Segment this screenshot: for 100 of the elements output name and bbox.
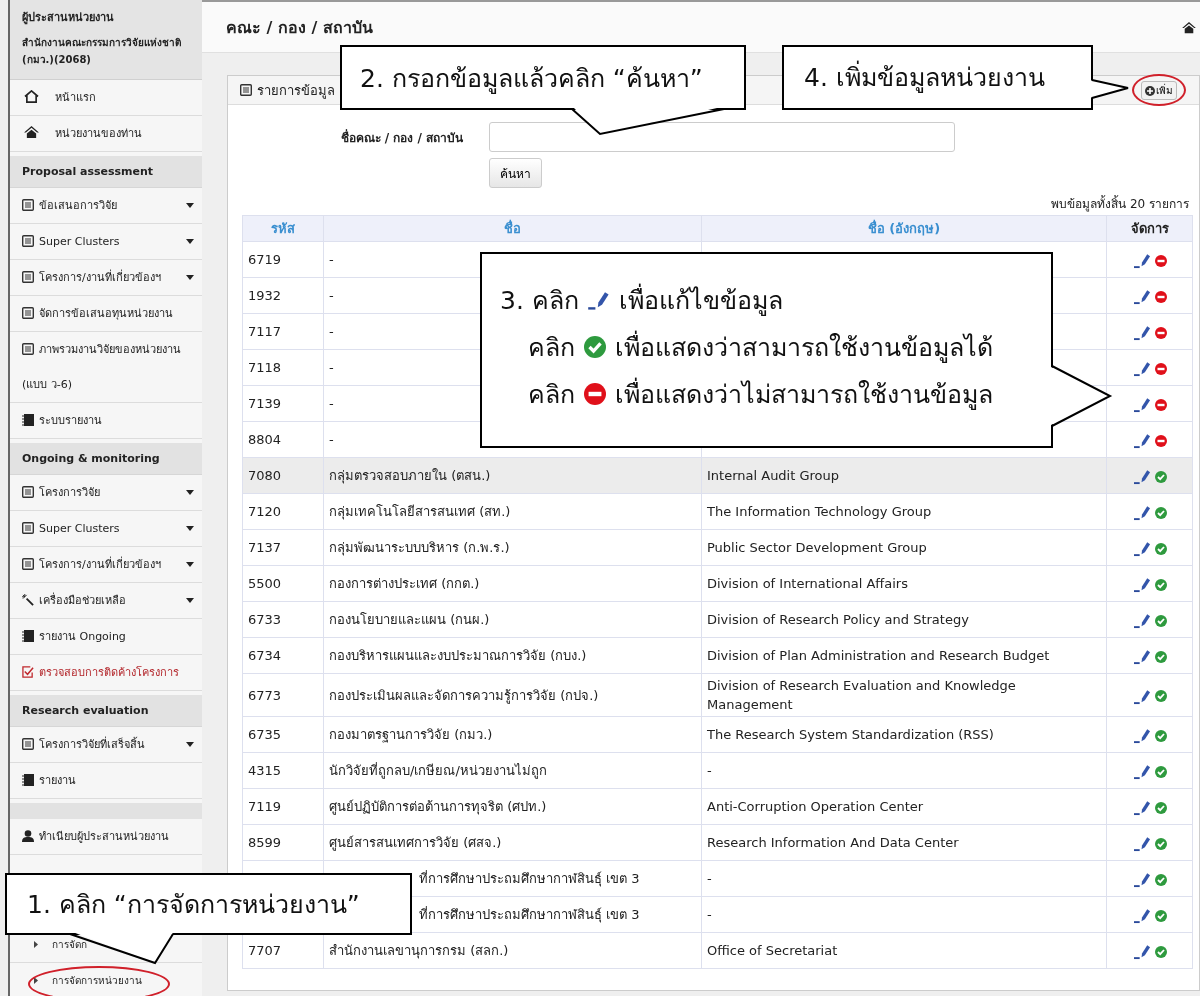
edit-icon[interactable] xyxy=(1132,871,1152,888)
sidebar-item[interactable]: โครงการ/งานที่เกี่ยวข้องฯ xyxy=(10,260,202,296)
table-cell: 7080 xyxy=(242,457,324,494)
edit-icon[interactable] xyxy=(1132,396,1152,413)
check-circle-icon[interactable] xyxy=(1154,729,1167,742)
table-cell: The Information Technology Group xyxy=(701,493,1107,530)
edit-icon[interactable] xyxy=(1132,288,1152,305)
check-circle-icon[interactable] xyxy=(1154,909,1167,922)
check-circle-icon[interactable] xyxy=(1154,542,1167,555)
sidebar-item[interactable]: โครงการวิจัย xyxy=(10,475,202,511)
no-entry-icon[interactable] xyxy=(1154,326,1167,339)
list-icon xyxy=(22,307,34,319)
table-cell: Office of Secretariat xyxy=(701,932,1107,969)
sidebar-item[interactable]: รายงาน Ongoing xyxy=(10,619,202,655)
bullet-icon xyxy=(34,977,38,984)
sidebar-item[interactable]: โครงการวิจัยที่เสร็จสิ้น xyxy=(10,727,202,763)
house-icon xyxy=(24,126,39,139)
sidebar-item[interactable]: จัดการข้อเสนอทุนหน่วยงาน xyxy=(10,296,202,332)
edit-icon[interactable] xyxy=(1132,943,1152,960)
table-cell: Division of International Affairs xyxy=(701,565,1107,602)
plus-circle-icon xyxy=(1145,85,1155,96)
check-circle-icon[interactable] xyxy=(1154,650,1167,663)
table-cell: Division of Plan Administration and Research Budget xyxy=(701,637,1107,674)
table-cell: Division of Research Policy and Strategy xyxy=(701,601,1107,638)
magic-wand-icon xyxy=(22,594,34,606)
sidebar-item[interactable]: ตรวจสอบการติดค้างโครงการ xyxy=(10,655,202,691)
check-circle-icon[interactable] xyxy=(1154,765,1167,778)
sidebar-item[interactable]: หน้าแรก xyxy=(10,80,202,116)
edit-icon[interactable] xyxy=(1132,907,1152,924)
table-cell: กลุ่มพัฒนาระบบบริหาร (ก.พ.ร.) xyxy=(323,529,702,566)
no-entry-icon[interactable] xyxy=(1154,362,1167,375)
table-cell: - xyxy=(701,896,1107,933)
edit-icon[interactable] xyxy=(1132,727,1152,744)
sidebar-item[interactable]: ข้อเสนอการวิจัย xyxy=(10,188,202,224)
table-cell: ศูนย์สารสนเทศการวิจัย (ศสจ.) xyxy=(323,824,702,861)
user-icon xyxy=(22,830,34,842)
edit-icon[interactable] xyxy=(1132,360,1152,377)
check-circle-icon xyxy=(583,335,607,358)
check-circle-icon[interactable] xyxy=(1154,945,1167,958)
table-cell: กองมาตรฐานการวิจัย (กมว.) xyxy=(323,716,702,753)
edit-icon[interactable] xyxy=(1132,468,1152,485)
edit-icon[interactable] xyxy=(1132,799,1152,816)
list-icon xyxy=(22,199,34,211)
check-circle-icon[interactable] xyxy=(1154,801,1167,814)
sidebar-item[interactable]: ภาพรวมงานวิจัยของหน่วยงาน (แบบ ว-6) xyxy=(10,332,202,403)
submenu-item[interactable]: การจัดการหน่วยงาน xyxy=(10,963,202,996)
edit-icon[interactable] xyxy=(1132,504,1152,521)
no-entry-icon[interactable] xyxy=(1154,398,1167,411)
table-cell: ศูนย์ปฏิบัติการต่อต้านการทุจริต (ศปท.) xyxy=(323,788,702,825)
check-circle-icon[interactable] xyxy=(1154,690,1167,702)
table-cell: กองนโยบายและแผน (กนผ.) xyxy=(323,601,702,638)
check-circle-icon[interactable] xyxy=(1154,578,1167,591)
edit-icon[interactable] xyxy=(1132,576,1152,593)
edit-icon[interactable] xyxy=(1132,540,1152,557)
page-title: คณะ / กอง / สถาบัน xyxy=(226,16,373,39)
check-circle-icon[interactable] xyxy=(1154,614,1167,627)
table-cell: 7137 xyxy=(242,529,324,566)
edit-icon[interactable] xyxy=(1132,835,1152,852)
sidebar-item[interactable]: Super Clusters xyxy=(10,224,202,260)
search-button[interactable]: ค้นหา xyxy=(489,158,542,188)
list-icon xyxy=(22,486,34,498)
edit-icon[interactable] xyxy=(1132,648,1152,665)
no-entry-icon[interactable] xyxy=(1154,434,1167,447)
check-circle-icon[interactable] xyxy=(1154,470,1167,483)
list-icon xyxy=(22,271,34,283)
table-cell: 7119 xyxy=(242,788,324,825)
edit-icon[interactable] xyxy=(1132,252,1152,269)
callout-text: 2. กรอกข้อมูลแล้วคลิก “ค้นหา” xyxy=(360,62,703,96)
sidebar-item[interactable]: รายงาน xyxy=(10,763,202,799)
list-icon xyxy=(22,235,34,247)
sidebar-item[interactable]: โครงการ/งานที่เกี่ยวข้องฯ xyxy=(10,547,202,583)
edit-icon[interactable] xyxy=(1132,612,1152,629)
table-cell: 8804 xyxy=(242,421,324,458)
field-label: ชื่อคณะ / กอง / สถาบัน xyxy=(339,128,463,147)
sidebar-item[interactable]: หน่วยงานของท่าน xyxy=(10,116,202,152)
check-circle-icon[interactable] xyxy=(1154,837,1167,850)
book-icon xyxy=(22,630,34,642)
checkbox-icon xyxy=(22,666,34,678)
sidebar-item[interactable]: ทำเนียบผู้ประสานหน่วยงาน xyxy=(10,819,202,855)
no-entry-icon[interactable] xyxy=(1154,254,1167,267)
home-icon[interactable] xyxy=(1182,22,1196,34)
column-header: ชื่อ xyxy=(323,215,702,242)
book-icon xyxy=(22,774,34,786)
sidebar-item[interactable]: Super Clusters xyxy=(10,511,202,547)
user-role: ผู้ประสานหน่วยงาน xyxy=(22,10,115,26)
add-button[interactable]: เพิ่ม xyxy=(1141,81,1177,100)
no-entry-icon[interactable] xyxy=(1154,290,1167,303)
table-cell: 4315 xyxy=(242,752,324,789)
check-circle-icon[interactable] xyxy=(1154,873,1167,886)
table-cell: 6734 xyxy=(242,637,324,674)
sidebar-item[interactable]: ระบบรายงาน xyxy=(10,403,202,439)
edit-icon[interactable] xyxy=(1132,432,1152,449)
check-circle-icon[interactable] xyxy=(1154,506,1167,519)
edit-icon[interactable] xyxy=(1132,763,1152,780)
edit-icon[interactable] xyxy=(1132,324,1152,341)
table-cell: กองประเมินผลและจัดการความรู้การวิจัย (กปจ.) xyxy=(323,673,702,717)
sidebar-item[interactable]: เครื่องมือช่วยเหลือ xyxy=(10,583,202,619)
result-count: พบข้อมูลทั้งสิ้น 20 รายการ xyxy=(1050,194,1190,213)
section-header: Proposal assessment xyxy=(10,156,202,188)
no-entry-icon xyxy=(583,382,607,405)
